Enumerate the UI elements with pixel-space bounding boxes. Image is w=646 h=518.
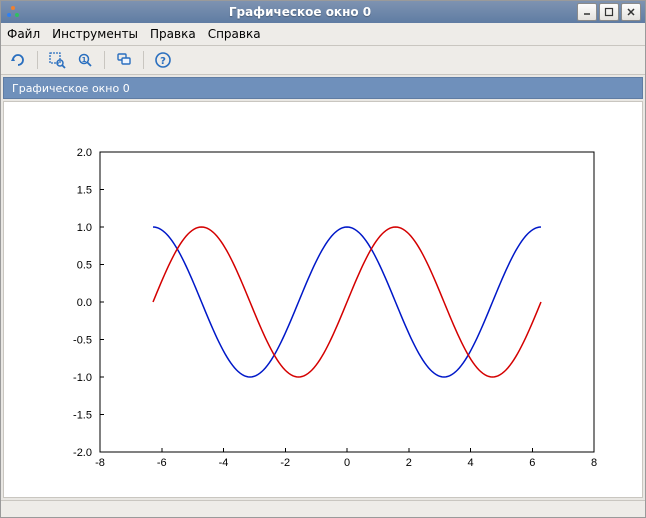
svg-text:1.0: 1.0 [77, 222, 92, 234]
toolbar-separator [143, 51, 144, 69]
menu-file[interactable]: Файл [7, 27, 40, 41]
window-title: Графическое окно 0 [25, 5, 575, 19]
menubar: Файл Инструменты Правка Справка [1, 23, 645, 46]
svg-text:-2: -2 [280, 457, 290, 469]
svg-text:0.0: 0.0 [77, 297, 92, 309]
document-titlebar: Графическое окно 0 [3, 77, 643, 99]
svg-text:4: 4 [467, 457, 473, 469]
svg-text:?: ? [160, 56, 166, 67]
menu-help[interactable]: Справка [208, 27, 261, 41]
zoom-area-icon[interactable] [44, 48, 70, 72]
svg-text:-6: -6 [157, 457, 167, 469]
toolbar-separator [104, 51, 105, 69]
datatip-icon[interactable] [111, 48, 137, 72]
app-window: Графическое окно 0 Файл Инструменты Прав… [0, 0, 646, 518]
svg-text:-1.0: -1.0 [73, 372, 92, 384]
svg-text:-1.5: -1.5 [73, 410, 92, 422]
chart-canvas: -8 -6 -4 -2 0 2 4 6 8 -2.0 -1.5 -1.0 -0.5 0.0 0.5 1.0 1.… [4, 102, 642, 498]
menu-tools[interactable]: Инструменты [52, 27, 138, 41]
menu-edit[interactable]: Правка [150, 27, 196, 41]
toolbar: 1 ? [1, 46, 645, 75]
svg-text:2.0: 2.0 [77, 147, 92, 159]
svg-text:-4: -4 [219, 457, 229, 469]
toolbar-separator [37, 51, 38, 69]
svg-text:0: 0 [344, 457, 350, 469]
maximize-button[interactable] [599, 3, 619, 21]
svg-text:1: 1 [82, 56, 87, 64]
close-button[interactable] [621, 3, 641, 21]
minimize-button[interactable] [577, 3, 597, 21]
statusbar [1, 500, 645, 517]
svg-text:-2.0: -2.0 [73, 447, 92, 459]
titlebar: Графическое окно 0 [1, 1, 645, 23]
svg-text:0.5: 0.5 [77, 260, 92, 272]
zoom-reset-icon[interactable]: 1 [72, 48, 98, 72]
rotate-icon[interactable] [5, 48, 31, 72]
help-icon[interactable]: ? [150, 48, 176, 72]
svg-text:2: 2 [406, 457, 412, 469]
svg-text:-0.5: -0.5 [73, 335, 92, 347]
svg-text:6: 6 [529, 457, 535, 469]
app-icon [5, 4, 21, 20]
svg-text:8: 8 [591, 457, 597, 469]
document-title: Графическое окно 0 [12, 82, 130, 95]
plot-area[interactable]: -8 -6 -4 -2 0 2 4 6 8 -2.0 -1.5 -1.0 -0.5 0.0 0.5 1.0 1.… [3, 101, 643, 498]
svg-text:-8: -8 [95, 457, 105, 469]
svg-text:1.5: 1.5 [77, 185, 92, 197]
